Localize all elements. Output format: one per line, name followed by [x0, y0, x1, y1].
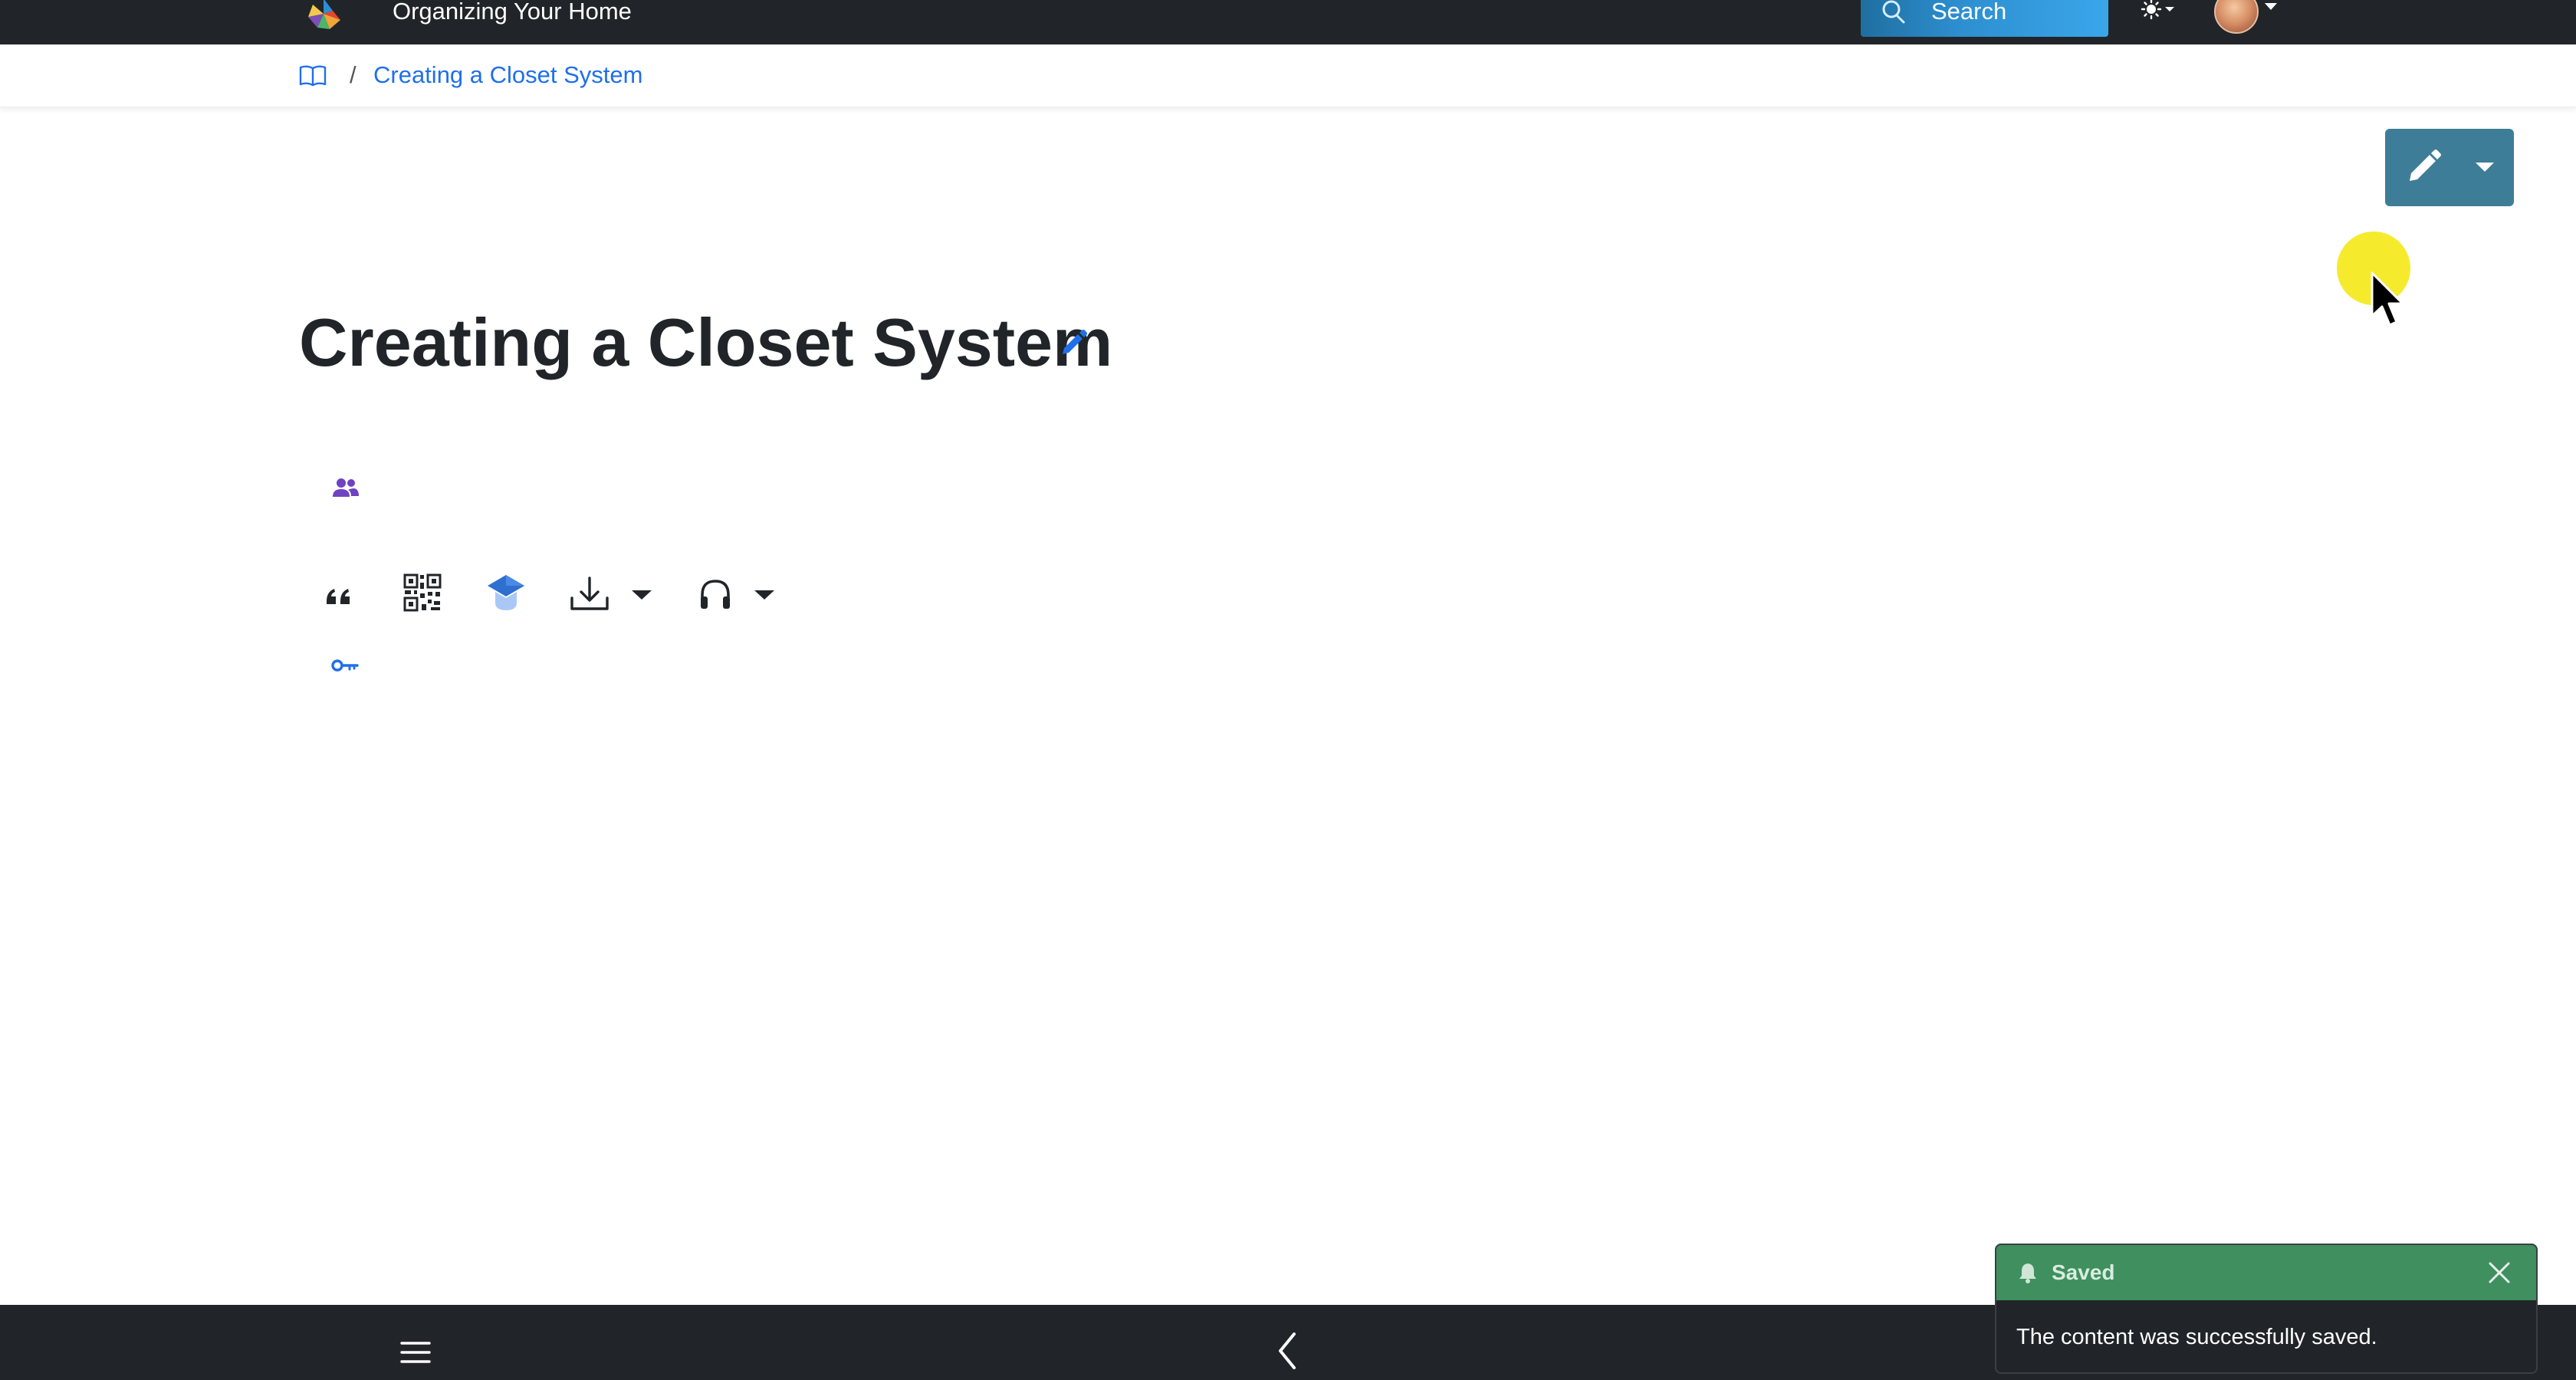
logo-icon[interactable]: [301, 0, 348, 32]
pencil-icon: [2410, 150, 2441, 181]
toast-message: The content was successfully saved.: [2016, 1325, 2377, 1349]
mouse-pointer-icon: [2371, 271, 2404, 327]
chevron-down-icon[interactable]: [751, 570, 777, 619]
app-title[interactable]: Organizing Your Home: [393, 0, 632, 25]
edit-button[interactable]: [2385, 129, 2514, 206]
menu-icon[interactable]: [399, 1337, 432, 1368]
search-button[interactable]: Search: [1861, 0, 2108, 37]
quote-icon[interactable]: [322, 570, 357, 619]
avatar[interactable]: [2214, 0, 2259, 34]
toast-header: Saved: [1996, 1245, 2536, 1300]
top-navbar: Organizing Your Home Search: [0, 0, 2576, 44]
close-icon[interactable]: [2484, 1257, 2515, 1288]
breadcrumb-separator: /: [350, 61, 356, 88]
sun-icon[interactable]: [2139, 0, 2180, 23]
saved-toast: Saved The content was successfully saved…: [1995, 1244, 2538, 1374]
chevron-left-icon[interactable]: [1276, 1331, 1299, 1371]
breadcrumb-current-link[interactable]: Creating a Closet System: [373, 60, 642, 90]
download-icon[interactable]: [569, 570, 610, 619]
graduation-cap-icon[interactable]: [485, 570, 527, 619]
chevron-down-icon[interactable]: [2474, 161, 2496, 173]
search-icon: [1882, 0, 1905, 24]
qr-code-icon[interactable]: [402, 570, 445, 619]
breadcrumb: / Creating a Closet System: [0, 44, 2576, 107]
users-icon[interactable]: [331, 475, 360, 500]
chevron-down-icon[interactable]: [2265, 3, 2277, 11]
chevron-down-icon[interactable]: [629, 570, 655, 619]
pencil-icon[interactable]: [1060, 328, 1089, 357]
page-title: Creating a Closet System: [299, 304, 1113, 380]
key-icon[interactable]: [331, 656, 359, 675]
search-label: Search: [1931, 0, 2007, 25]
bell-icon: [2019, 1263, 2036, 1283]
headphones-icon[interactable]: [696, 570, 734, 619]
toast-title: Saved: [2052, 1260, 2115, 1284]
book-icon[interactable]: [299, 64, 327, 87]
